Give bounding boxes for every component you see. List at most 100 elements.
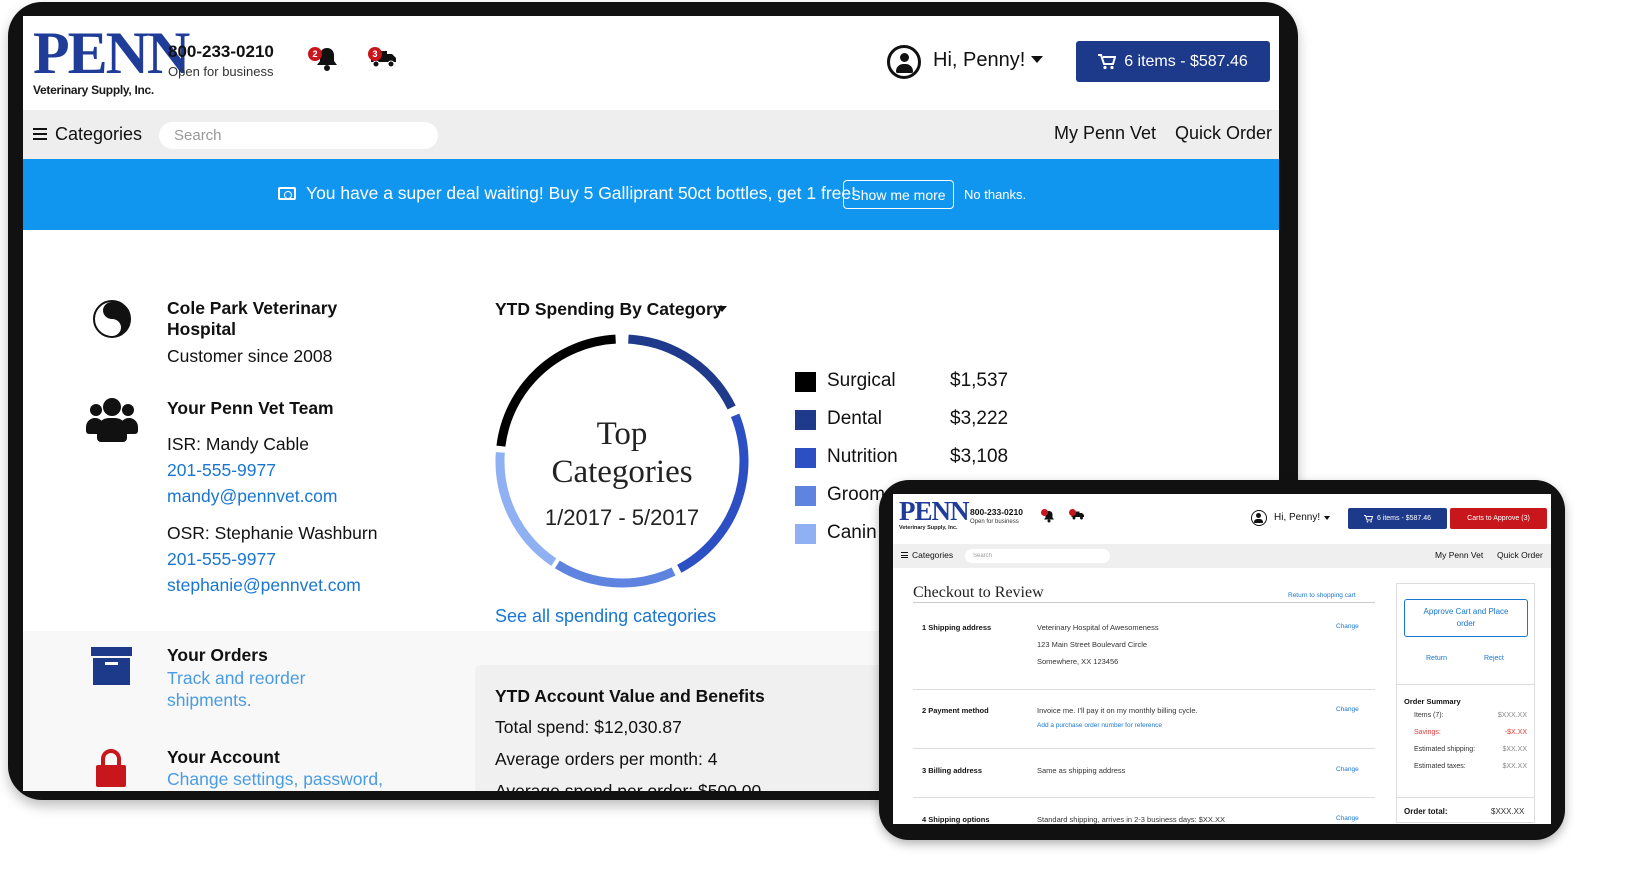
change-payment-link[interactable]: Change (1336, 706, 1359, 713)
cart-label: 6 items - $587.46 (1376, 515, 1432, 522)
orders-link[interactable]: Track and reorder shipments. (167, 667, 337, 711)
chevron-down-icon[interactable] (717, 306, 727, 312)
logo-subtitle: Veterinary Supply, Inc. (899, 525, 958, 531)
orders-title: Your Orders (167, 645, 268, 665)
order-total-value: $XXX.XX (1491, 807, 1525, 816)
no-thanks-link[interactable]: No thanks. (964, 187, 1026, 202)
order-total-label: Order total: (1404, 807, 1448, 816)
change-shipping-options-link[interactable]: Change (1336, 815, 1359, 822)
cart-label: 6 items - $587.46 (1124, 52, 1248, 70)
step-billing-address: 3 Billing address (922, 766, 983, 775)
return-link[interactable]: Return (1426, 655, 1447, 662)
nav-quick-order[interactable]: Quick Order (1175, 123, 1272, 144)
logo-wordmark: PENN (899, 496, 969, 526)
spending-donut-chart: Top Categories 1/2017 - 5/2017 (495, 334, 749, 588)
business-status: Open for business (168, 64, 274, 79)
checkout-title: Checkout to Review (913, 584, 1044, 601)
search-input[interactable] (159, 122, 438, 149)
account-title: Your Account (167, 747, 280, 767)
phone-number[interactable]: 800-233-0210 (168, 42, 274, 62)
legend-label: Nutrition (827, 446, 898, 467)
categories-menu[interactable]: Categories (55, 124, 142, 145)
team-title: Your Penn Vet Team (167, 398, 334, 418)
divider (1396, 797, 1535, 798)
divider (1396, 684, 1535, 685)
add-po-number-link[interactable]: Add a purchase order number for referenc… (1037, 719, 1198, 733)
change-billing-link[interactable]: Change (1336, 766, 1359, 773)
phone-number[interactable]: 800-233-0210 (970, 507, 1023, 517)
donut-segment (677, 413, 749, 573)
osr-phone-link[interactable]: 201-555-9977 (167, 549, 276, 570)
hamburger-menu-icon[interactable] (901, 552, 908, 558)
payment-method-details: Invoice me. I'll pay it on my monthly bi… (1037, 702, 1198, 733)
penn-logo[interactable]: PENN Veterinary Supply, Inc. (899, 496, 969, 532)
legend-value: $3,222 (950, 408, 1009, 429)
ytd-average-orders: Average orders per month: 4 (495, 749, 718, 769)
step-shipping-address: 1 Shipping address (922, 623, 992, 632)
cart-button[interactable]: 6 items - $587.46 (1348, 508, 1447, 529)
chart-center-title-line2: Categories (551, 454, 692, 490)
legend-swatch (795, 524, 816, 544)
legend-swatch (795, 448, 816, 468)
chart-center-range: 1/2017 - 5/2017 (545, 505, 699, 530)
chevron-down-icon[interactable] (1324, 516, 1330, 520)
shipments-badge: 3 (368, 47, 382, 61)
summary-savings-label: Savings: (1414, 729, 1441, 736)
user-greeting[interactable]: Hi, Penny! (933, 49, 1025, 72)
nav-quick-order[interactable]: Quick Order (1497, 550, 1543, 560)
team-people-icon (86, 398, 138, 442)
summary-savings-value: -$X.XX (1504, 729, 1527, 736)
user-greeting[interactable]: Hi, Penny! (1274, 512, 1320, 523)
address-line: Veterinary Hospital of Awesomeness (1037, 623, 1159, 632)
divider (913, 689, 1375, 690)
legend-value: $1,537 (950, 370, 1009, 391)
see-all-categories-link[interactable]: See all spending categories (495, 606, 716, 627)
user-avatar-icon[interactable] (1251, 510, 1267, 526)
divider (913, 797, 1375, 798)
notifications-badge: 2 (308, 47, 322, 61)
legend-swatch (795, 372, 816, 392)
chart-center-title-line1: Top (597, 416, 648, 452)
legend-label: Canin (827, 522, 877, 543)
clinic-yin-yang-paw-icon (93, 300, 131, 338)
carts-to-approve-button[interactable]: Carts to Approve (3) (1450, 508, 1547, 529)
donut-segment (554, 560, 676, 588)
osr-email-link[interactable]: stephanie@pennvet.com (167, 575, 361, 596)
ytd-total-spend: Total spend: $12,030.87 (495, 717, 682, 737)
return-to-cart-link[interactable]: Return to shopping cart (1288, 592, 1356, 599)
legend-item: Dental $3,222 (795, 408, 1095, 430)
step-shipping-options: 4 Shipping options (922, 815, 990, 824)
money-icon (278, 187, 296, 200)
approve-and-place-order-button[interactable]: Approve Cart and Place order (1404, 599, 1528, 637)
account-link[interactable]: Change settings, password, (167, 769, 383, 790)
ytd-average-spend: Average spend per order: $500.00 (495, 781, 762, 791)
nav-my-penn-vet[interactable]: My Penn Vet (1435, 550, 1483, 560)
change-shipping-link[interactable]: Change (1336, 623, 1359, 630)
divider (913, 602, 1375, 603)
search-input[interactable] (965, 549, 1110, 563)
legend-item: Surgical $1,537 (795, 370, 1095, 392)
cart-icon (1363, 514, 1373, 523)
chevron-down-icon[interactable] (1031, 56, 1043, 63)
notifications-badge (1041, 509, 1048, 516)
user-avatar-icon[interactable] (887, 45, 921, 79)
clinic-name: Cole Park Veterinary Hospital (167, 298, 338, 339)
cart-button[interactable]: 6 items - $587.46 (1076, 41, 1270, 82)
hamburger-menu-icon[interactable] (33, 128, 47, 140)
categories-menu[interactable]: Categories (912, 550, 953, 560)
order-summary-title: Order Summary (1404, 697, 1461, 706)
donut-segment (628, 334, 736, 410)
chart-title[interactable]: YTD Spending By Category (495, 299, 723, 320)
logo-wordmark: PENN (33, 20, 190, 86)
show-me-more-button[interactable]: Show me more (843, 180, 954, 209)
isr-phone-link[interactable]: 201-555-9977 (167, 460, 276, 481)
legend-label: Dental (827, 408, 882, 429)
nav-my-penn-vet[interactable]: My Penn Vet (1054, 123, 1156, 144)
penn-logo[interactable]: PENN Veterinary Supply, Inc. (33, 20, 190, 97)
promo-text: You have a super deal waiting! Buy 5 Gal… (306, 183, 856, 203)
address-line: Somewhere, XX 123456 (1037, 657, 1119, 666)
reject-link[interactable]: Reject (1484, 655, 1504, 662)
isr-email-link[interactable]: mandy@pennvet.com (167, 486, 338, 507)
summary-taxes-label: Estimated taxes: (1414, 763, 1466, 770)
summary-shipping-value: $XX.XX (1502, 746, 1527, 753)
